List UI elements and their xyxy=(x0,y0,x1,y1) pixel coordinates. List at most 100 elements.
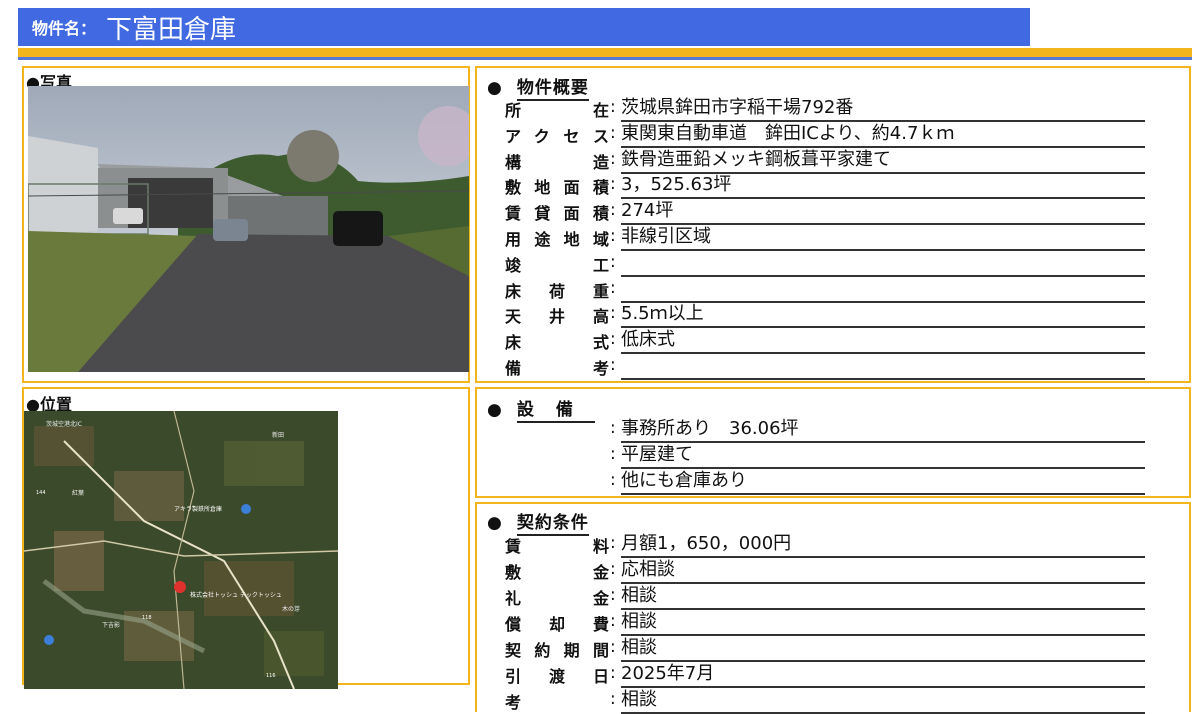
contract-section: ● 契約条件 賃料: 月額1，650，000円 敷金: 応相談 礼金: 相談 償却費: 相談 契約… xyxy=(475,502,1191,714)
contract-row-colon: : xyxy=(610,689,616,709)
overview-row: 床式: 低床式 xyxy=(505,328,1145,355)
contract-row-colon: : xyxy=(610,663,616,683)
contract-row: 引渡日:2025年7月 xyxy=(505,663,1145,688)
overview-row-colon: : xyxy=(610,174,616,195)
contract-row: 契約期間: 相談 xyxy=(505,637,1145,662)
map-road-label: アキラ製鉄所倉庫 xyxy=(174,505,222,513)
overview-row-value: 茨城県鉾田市字稲干場792番 xyxy=(621,96,1145,122)
equipment-title: ● 設備 xyxy=(487,395,595,423)
contract-row-value: 2025年7月 xyxy=(621,662,1145,688)
map-label-1: 紅葉 xyxy=(72,489,84,497)
property-name: 下富田倉庫 xyxy=(106,14,237,45)
contract-row-value: 相談 xyxy=(621,636,1145,662)
overview-row-key: 構造 xyxy=(505,152,609,172)
warehouse-photo xyxy=(28,86,469,372)
contract-row: 償却費: 相談 xyxy=(505,611,1145,636)
contract-row-key: 賃料 xyxy=(505,537,609,556)
equipment-row: : 他にも倉庫あり xyxy=(505,470,1145,495)
poi-icon xyxy=(241,504,251,514)
contract-row-colon: : xyxy=(610,559,616,579)
title-bar: 物件名： 下富田倉庫 xyxy=(18,8,1030,46)
property-name-label: 物件名： xyxy=(32,19,97,38)
overview-row-colon: : xyxy=(610,303,616,324)
overview-row-colon: : xyxy=(610,122,616,143)
equipment-row-colon: : xyxy=(610,470,616,490)
equipment-row-value: 事務所あり 36.06坪 xyxy=(621,417,1145,443)
contract-row-key: 考 xyxy=(505,693,522,712)
contract-row-value: 相談 xyxy=(621,584,1145,610)
overview-row: アクセス: 東関東自動車道 鉾田ICより、約4.7ｋｍ xyxy=(505,123,1145,148)
overview-row: 構造: 鉄骨造亜鉛メッキ鋼板葺平家建て xyxy=(505,149,1145,174)
contract-row-value: 応相談 xyxy=(621,558,1145,584)
overview-row: 床荷重: xyxy=(505,278,1145,303)
overview-section: ● 物件概要 所在: 茨城県鉾田市字稲干場792番 アクセス: 東関東自動車道 鉾田IC… xyxy=(475,66,1191,383)
map-label-2: 新田 xyxy=(272,431,284,439)
contract-row-key: 償却費 xyxy=(505,615,609,634)
overview-row-value: 274坪 xyxy=(621,199,1145,226)
overview-row-colon: : xyxy=(610,251,616,272)
warehouse-photo-image xyxy=(28,86,469,372)
contract-row-value: 相談 xyxy=(621,610,1145,636)
overview-row-value: 鉄骨造亜鉛メッキ鋼板葺平家建て xyxy=(621,148,1145,174)
equipment-row-value: 他にも倉庫あり xyxy=(621,469,1145,495)
overview-row: 敷地面積:3，525.63坪 xyxy=(505,174,1145,200)
overview-row-colon: : xyxy=(610,355,616,375)
overview-row-key: アクセス xyxy=(505,126,609,146)
overview-row-colon: : xyxy=(610,329,616,350)
overview-row: 備考: xyxy=(505,355,1145,380)
map-label-4: 下吉影 xyxy=(102,621,120,629)
overview-row-colon: : xyxy=(610,148,616,169)
contract-row-key: 礼金 xyxy=(505,589,609,608)
map-section: ●位置 茨城空港北IC 紅葉 新田 木の芽 下吉影 118 144 116 アキ… xyxy=(22,387,470,689)
contract-row-key: 敷金 xyxy=(505,563,609,582)
contract-row: 賃料: 月額1，650，000円 xyxy=(505,533,1145,558)
overview-row-key: 所在 xyxy=(505,101,609,120)
contract-row-colon: : xyxy=(610,637,616,657)
overview-row-value: 低床式 xyxy=(621,328,1145,355)
contract-row: 礼金: 相談 xyxy=(505,585,1145,610)
overview-row-key: 備考 xyxy=(505,359,609,378)
map-label-0: 茨城空港北IC xyxy=(46,420,82,428)
contract-row-value: 相談 xyxy=(621,688,1145,714)
equipment-row: : 平屋建て xyxy=(505,444,1145,469)
contract-row-key: 引渡日 xyxy=(505,667,609,686)
overview-row: 用途地域: 非線引区域 xyxy=(505,226,1145,251)
header-blue-rule xyxy=(18,57,1192,60)
overview-row-key: 竣工 xyxy=(505,255,609,275)
equipment-row-colon: : xyxy=(610,444,616,464)
overview-row-value xyxy=(621,277,1145,303)
overview-row: 天井高:5.5ｍ以上 xyxy=(505,302,1145,329)
map-label-6: 144 xyxy=(36,490,46,496)
map-label-3: 木の芽 xyxy=(282,605,300,613)
contract-row-colon: : xyxy=(610,585,616,605)
overview-row-value: 東関東自動車道 鉾田ICより、約4.7ｋｍ xyxy=(621,122,1145,148)
contract-row-key: 契約期間 xyxy=(505,641,609,660)
overview-row-key: 床荷重 xyxy=(505,281,609,301)
overview-row: 竣工: xyxy=(505,252,1145,277)
overview-row-colon: : xyxy=(610,97,616,117)
overview-row-value: 非線引区域 xyxy=(621,225,1145,251)
overview-row-colon: : xyxy=(610,226,616,246)
contract-row-colon: : xyxy=(610,533,616,553)
transit-icon xyxy=(44,635,54,645)
overview-title: ● 物件概要 xyxy=(487,73,589,101)
contract-row: 考: 相談 xyxy=(505,689,1145,714)
header-gold-rule xyxy=(18,48,1192,57)
overview-row-key: 賃貸面積 xyxy=(505,204,609,224)
overview-row-value: 5.5ｍ以上 xyxy=(621,302,1145,329)
overview-row-key: 天井高 xyxy=(505,307,609,327)
overview-row-colon: : xyxy=(610,277,616,298)
overview-row: 賃貸面積:274坪 xyxy=(505,199,1145,226)
overview-row-key: 用途地域 xyxy=(505,230,609,249)
overview-row-value xyxy=(621,354,1145,380)
overview-row-value xyxy=(621,251,1145,277)
overview-row-colon: : xyxy=(610,200,616,221)
photo-section: ●写真 xyxy=(22,66,470,383)
overview-row-key: 敷地面積 xyxy=(505,178,609,198)
overview-row: 所在: 茨城県鉾田市字稲干場792番 xyxy=(505,97,1145,122)
map-label-7: 116 xyxy=(266,673,276,679)
contract-title: ● 契約条件 xyxy=(487,508,589,536)
equipment-section: ● 設備 : 事務所あり 36.06坪: 平屋建て: 他にも倉庫あり xyxy=(475,387,1191,498)
contract-row-colon: : xyxy=(610,611,616,631)
equipment-row-colon: : xyxy=(610,418,616,438)
